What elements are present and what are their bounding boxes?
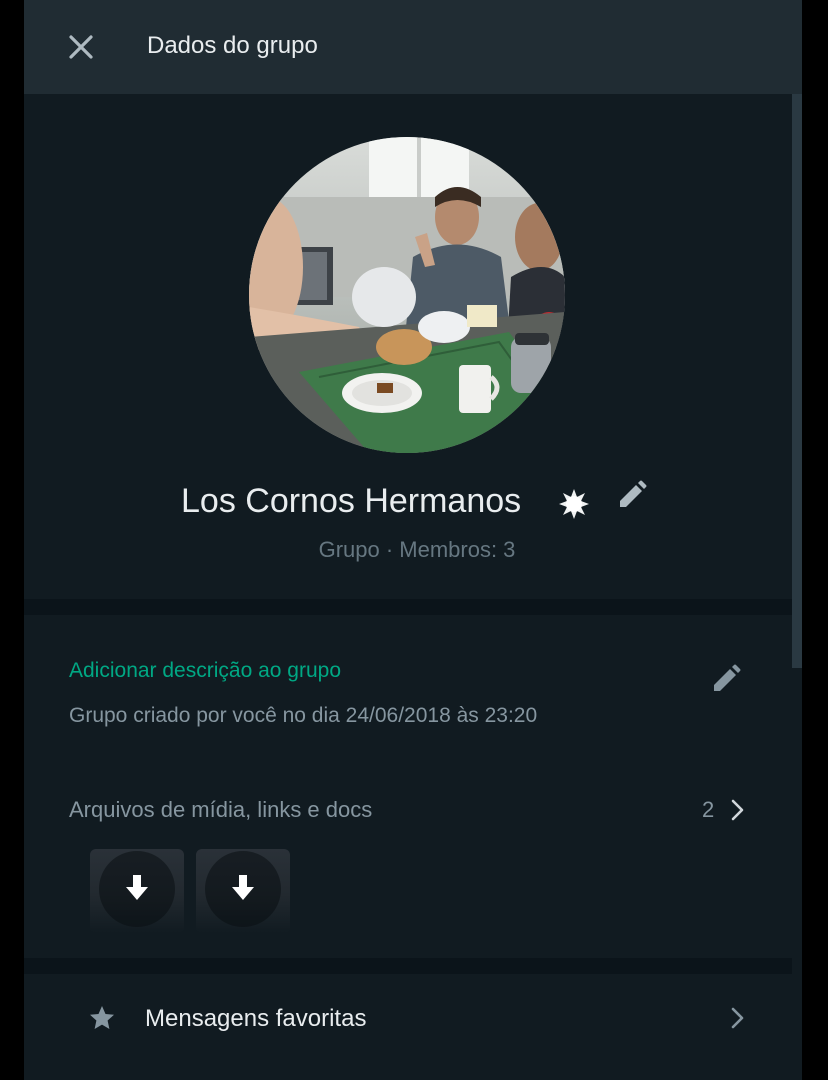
created-info: Grupo criado por você no dia 24/06/2018 … bbox=[69, 704, 538, 727]
group-subtitle: Grupo · Membros: 3 bbox=[318, 537, 516, 562]
group-avatar[interactable] bbox=[249, 137, 565, 453]
starred-messages-row[interactable]: Mensagens favoritas bbox=[24, 974, 792, 1080]
group-profile-section: Los Cornos Hermanos Grupo · Membros: 3 bbox=[24, 94, 792, 599]
chevron-right-icon bbox=[731, 799, 744, 821]
window-right-edge bbox=[802, 0, 828, 1080]
star-icon bbox=[90, 1006, 114, 1029]
pencil-icon bbox=[714, 664, 741, 691]
drawer-header: Dados do grupo bbox=[24, 0, 802, 94]
drawer-title: Dados do grupo bbox=[147, 32, 318, 59]
starred-messages-section: Mensagens favoritas bbox=[24, 974, 792, 1080]
edit-description-button[interactable] bbox=[710, 663, 742, 695]
media-links-docs-row[interactable]: Arquivos de mídia, links e docs 2 bbox=[24, 791, 792, 831]
media-label: Arquivos de mídia, links e docs bbox=[69, 797, 373, 822]
group-name-row: Los Cornos Hermanos bbox=[24, 479, 792, 523]
edit-group-name-button[interactable] bbox=[616, 479, 648, 511]
pencil-icon bbox=[620, 480, 647, 507]
close-icon bbox=[69, 35, 93, 59]
starred-messages-label: Mensagens favoritas bbox=[145, 1005, 367, 1032]
group-info-drawer: Dados do grupo Los Cornos Hermanos Grupo… bbox=[24, 0, 802, 1080]
close-button[interactable] bbox=[64, 30, 98, 64]
group-name: Los Cornos Hermanos bbox=[181, 482, 522, 520]
media-count: 2 bbox=[702, 797, 715, 822]
media-thumbnail[interactable] bbox=[196, 849, 290, 933]
add-description-link[interactable]: Adicionar descrição ao grupo bbox=[69, 657, 341, 685]
window-left-edge bbox=[0, 0, 24, 1080]
burst-icon bbox=[559, 489, 589, 519]
download-icon bbox=[232, 875, 254, 900]
media-thumbnail[interactable] bbox=[90, 849, 184, 933]
chevron-right-icon bbox=[731, 1007, 744, 1029]
group-info-section: Adicionar descrição ao grupo Grupo criad… bbox=[24, 615, 792, 958]
scrollbar-thumb[interactable] bbox=[792, 94, 802, 668]
group-photo bbox=[249, 137, 565, 453]
download-icon bbox=[126, 875, 148, 900]
